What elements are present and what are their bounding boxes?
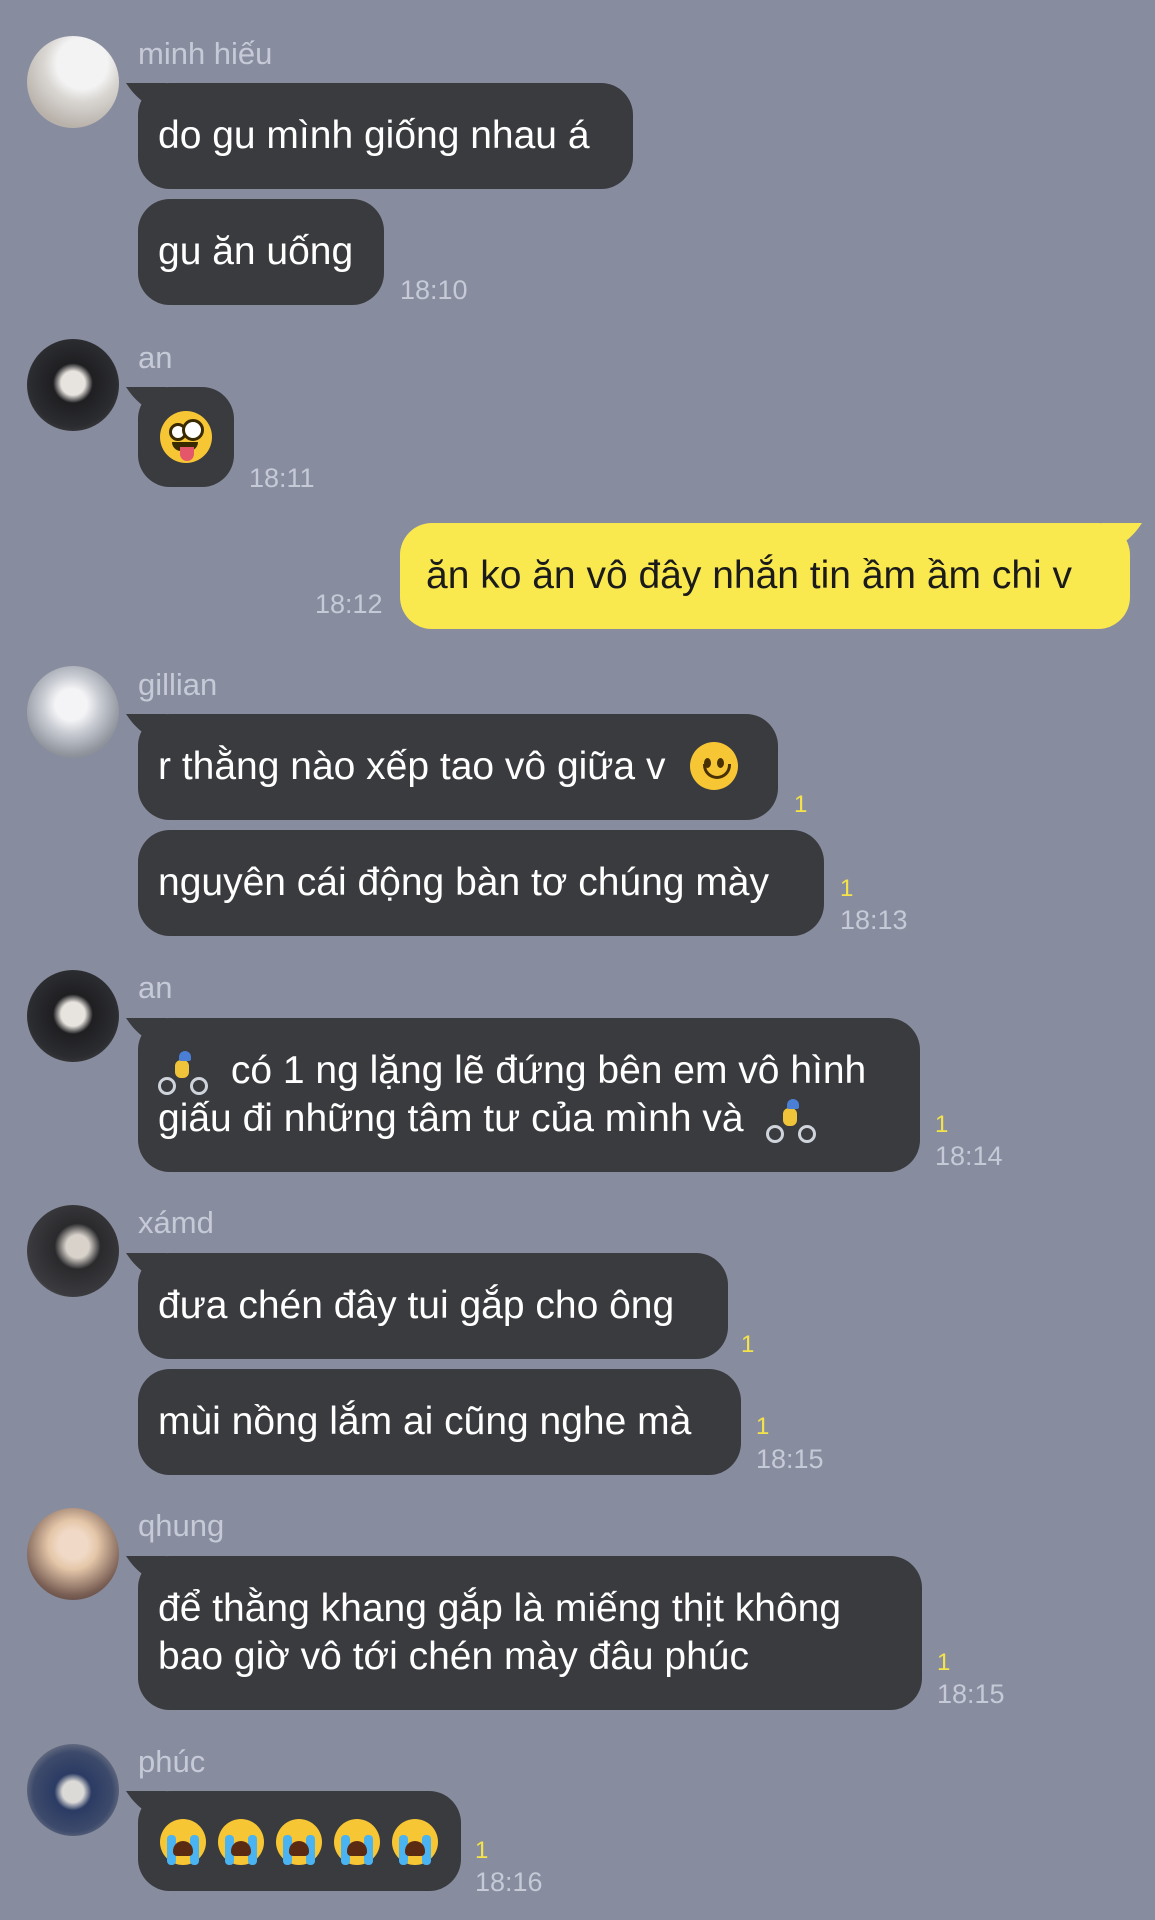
person-biking-emoji-icon: [158, 1050, 208, 1095]
unread-count: 1: [937, 1649, 951, 1676]
avatar-qhung[interactable]: [27, 1508, 119, 1600]
message-time: 18:15: [937, 1679, 1005, 1709]
avatar-gillian[interactable]: [27, 666, 119, 758]
message-bubble[interactable]: để thằng khang gắp là miếng thịt không b…: [138, 1556, 922, 1710]
avatar-phuc[interactable]: [27, 1744, 119, 1836]
message-time: 18:10: [400, 275, 468, 305]
loudly-crying-face-emoji-icon: [276, 1819, 322, 1865]
unread-count: 1: [794, 791, 808, 818]
message-time: 18:15: [756, 1444, 824, 1474]
loudly-crying-face-emoji-icon: [334, 1819, 380, 1865]
sender-name: an: [138, 340, 173, 375]
unread-count: 1: [935, 1111, 949, 1138]
avatar-minh-hieu[interactable]: [27, 36, 119, 128]
slightly-smiling-face-emoji-icon: [690, 741, 739, 790]
sender-name: phúc: [138, 1744, 206, 1779]
message-bubble[interactable]: mùi nồng lắm ai cũng nghe mà: [138, 1369, 741, 1475]
message-time: 18:14: [935, 1141, 1003, 1171]
unread-count: 1: [840, 875, 854, 902]
message-time: 18:13: [840, 905, 908, 935]
message-time: 18:16: [475, 1867, 543, 1897]
unread-count: 1: [475, 1837, 489, 1864]
message-bubble[interactable]: nguyên cái động bàn tơ chúng mày: [138, 830, 824, 936]
message-time: 18:12: [315, 589, 383, 619]
sender-name: an: [138, 970, 173, 1005]
my-message-bubble[interactable]: ăn ko ăn vô đây nhắn tin ầm ầm chi v: [400, 523, 1130, 629]
message-bubble[interactable]: có 1 ng lặng lẽ đứng bên em vô hình giấu…: [138, 1018, 920, 1172]
chat-thread[interactable]: minh hiếu do gu mình giống nhau á gu ăn …: [0, 0, 1155, 1920]
unread-count: 1: [741, 1331, 755, 1358]
avatar-an[interactable]: [27, 970, 119, 1062]
sender-name: gillian: [138, 667, 218, 702]
message-bubble[interactable]: [138, 1791, 461, 1891]
loudly-crying-face-emoji-icon: [392, 1819, 438, 1865]
message-bubble[interactable]: [138, 387, 234, 487]
message-time: 18:11: [249, 463, 315, 493]
unread-count: 1: [756, 1413, 770, 1440]
zany-face-emoji-icon: [160, 411, 212, 463]
loudly-crying-face-emoji-icon: [160, 1819, 206, 1865]
message-bubble[interactable]: do gu mình giống nhau á: [138, 83, 633, 189]
avatar-an[interactable]: [27, 339, 119, 431]
sender-name: qhung: [138, 1508, 225, 1543]
person-biking-emoji-icon: [766, 1098, 817, 1143]
message-bubble[interactable]: gu ăn uống: [138, 199, 384, 305]
message-bubble[interactable]: r thằng nào xếp tao vô giữa v: [138, 714, 778, 820]
avatar-xamd[interactable]: [27, 1205, 119, 1297]
loudly-crying-face-emoji-icon: [218, 1819, 264, 1865]
sender-name: xámd: [138, 1205, 214, 1240]
sender-name: minh hiếu: [138, 36, 273, 71]
message-bubble[interactable]: đưa chén đây tui gắp cho ông: [138, 1253, 728, 1359]
